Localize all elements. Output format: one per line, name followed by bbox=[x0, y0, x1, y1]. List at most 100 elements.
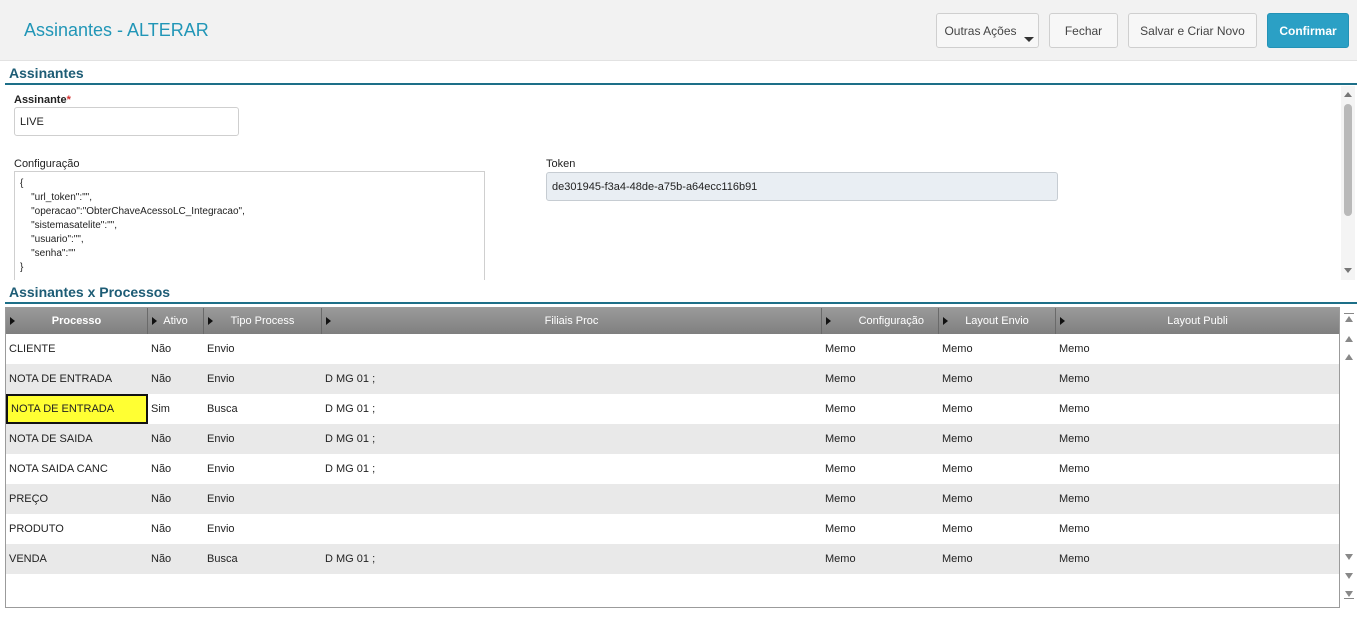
cell-tipo-process[interactable]: Envio bbox=[204, 454, 322, 484]
cell-tipo-process[interactable]: Envio bbox=[204, 364, 322, 394]
column-header-tipo-process[interactable]: Tipo Process bbox=[204, 308, 322, 334]
cell-layout-publi[interactable]: Memo bbox=[1056, 364, 1339, 394]
scrollbar-thumb[interactable] bbox=[1344, 104, 1352, 216]
cell-tipo-process[interactable]: Envio bbox=[204, 424, 322, 454]
table-row[interactable]: NOTA DE ENTRADA Não Envio D MG 01 ; Memo Memo… bbox=[6, 364, 1339, 394]
cell-processo[interactable]: PRODUTO bbox=[6, 514, 148, 544]
cell-filiais-proc[interactable]: D MG 01 ; bbox=[322, 424, 822, 454]
scroll-up-icon[interactable] bbox=[1345, 354, 1353, 360]
cell-layout-envio[interactable]: Memo bbox=[939, 454, 1056, 484]
column-header-layout-envio[interactable]: Layout Envio bbox=[939, 308, 1056, 334]
cell-layout-envio[interactable]: Memo bbox=[939, 544, 1056, 574]
cell-ativo[interactable]: Não bbox=[148, 484, 204, 514]
cell-tipo-process[interactable]: Envio bbox=[204, 484, 322, 514]
cell-ativo[interactable]: Não bbox=[148, 334, 204, 364]
cell-ativo[interactable]: Não bbox=[148, 424, 204, 454]
scroll-top-arrow-icon[interactable] bbox=[1345, 316, 1353, 322]
cell-filiais-proc[interactable]: D MG 01 ; bbox=[322, 544, 822, 574]
form-scrollbar[interactable] bbox=[1341, 86, 1355, 280]
cell-layout-publi[interactable]: Memo bbox=[1056, 394, 1339, 424]
cell-tipo-process[interactable]: Busca bbox=[204, 394, 322, 424]
cell-tipo-process[interactable]: Envio bbox=[204, 514, 322, 544]
cell-processo[interactable]: NOTA DE ENTRADA bbox=[6, 394, 148, 424]
assinante-form: Assinante* LIVE Configuração { "url_toke… bbox=[5, 86, 1357, 280]
table-row[interactable]: PREÇO Não Envio Memo Memo Memo bbox=[6, 484, 1339, 514]
sort-arrow-icon bbox=[326, 317, 331, 325]
scroll-down-icon[interactable] bbox=[1345, 554, 1353, 560]
cell-processo[interactable]: VENDA bbox=[6, 544, 148, 574]
cell-configuracao[interactable]: Memo bbox=[822, 514, 939, 544]
cell-layout-publi[interactable]: Memo bbox=[1056, 424, 1339, 454]
cell-filiais-proc[interactable] bbox=[322, 334, 822, 364]
cell-processo[interactable]: NOTA DE SAIDA bbox=[6, 424, 148, 454]
cell-layout-publi[interactable]: Memo bbox=[1056, 454, 1339, 484]
cell-layout-publi[interactable]: Memo bbox=[1056, 484, 1339, 514]
cell-configuracao[interactable]: Memo bbox=[822, 484, 939, 514]
section-title-assinantes: Assinantes bbox=[9, 65, 84, 81]
scroll-bottom-arrow-icon[interactable] bbox=[1345, 591, 1353, 597]
chevron-down-icon bbox=[1024, 37, 1034, 42]
cell-configuracao[interactable]: Memo bbox=[822, 424, 939, 454]
cell-filiais-proc[interactable] bbox=[322, 484, 822, 514]
scroll-bottom-icon[interactable] bbox=[1344, 598, 1354, 599]
cell-layout-envio[interactable]: Memo bbox=[939, 424, 1056, 454]
grid-scrollbar[interactable] bbox=[1341, 307, 1357, 608]
cell-configuracao[interactable]: Memo bbox=[822, 394, 939, 424]
cell-processo[interactable]: NOTA DE ENTRADA bbox=[6, 364, 148, 394]
token-field: de301945-f3a4-48de-a75b-a64ecc116b91 bbox=[546, 172, 1058, 201]
cell-layout-publi[interactable]: Memo bbox=[1056, 334, 1339, 364]
cell-tipo-process[interactable]: Busca bbox=[204, 544, 322, 574]
column-header-configuracao[interactable]: Configuração bbox=[822, 308, 939, 334]
cell-ativo[interactable]: Não bbox=[148, 544, 204, 574]
cell-ativo[interactable]: Não bbox=[148, 454, 204, 484]
cell-layout-envio[interactable]: Memo bbox=[939, 334, 1056, 364]
cell-ativo[interactable]: Sim bbox=[148, 394, 204, 424]
cell-filiais-proc[interactable]: D MG 01 ; bbox=[322, 394, 822, 424]
cell-processo[interactable]: PREÇO bbox=[6, 484, 148, 514]
assinante-input[interactable]: LIVE bbox=[14, 107, 239, 136]
cell-processo[interactable]: CLIENTE bbox=[6, 334, 148, 364]
cell-layout-envio[interactable]: Memo bbox=[939, 394, 1056, 424]
table-row[interactable]: NOTA DE SAIDA Não Envio D MG 01 ; Memo Memo Me… bbox=[6, 424, 1339, 454]
column-header-filiais-proc[interactable]: Filiais Proc bbox=[322, 308, 822, 334]
table-row[interactable]: VENDA Não Busca D MG 01 ; Memo Memo Memo bbox=[6, 544, 1339, 574]
cell-configuracao[interactable]: Memo bbox=[822, 364, 939, 394]
more-actions-button[interactable]: Outras Ações bbox=[936, 13, 1039, 48]
cell-configuracao[interactable]: Memo bbox=[822, 454, 939, 484]
cell-layout-envio[interactable]: Memo bbox=[939, 364, 1056, 394]
cell-filiais-proc[interactable] bbox=[322, 514, 822, 544]
cell-configuracao[interactable]: Memo bbox=[822, 544, 939, 574]
save-and-new-button[interactable]: Salvar e Criar Novo bbox=[1128, 13, 1257, 48]
page-up-icon[interactable] bbox=[1345, 336, 1353, 342]
table-row[interactable]: PRODUTO Não Envio Memo Memo Memo bbox=[6, 514, 1339, 544]
table-row[interactable]: NOTA DE ENTRADA Sim Busca D MG 01 ; Memo Memo… bbox=[6, 394, 1339, 424]
cell-filiais-proc[interactable]: D MG 01 ; bbox=[322, 364, 822, 394]
page-down-icon[interactable] bbox=[1345, 573, 1353, 579]
scroll-up-icon[interactable] bbox=[1344, 92, 1352, 97]
confirm-button[interactable]: Confirmar bbox=[1267, 13, 1349, 48]
grid-header: Processo Ativo Tipo Process Filiais Proc… bbox=[6, 308, 1339, 334]
column-header-ativo[interactable]: Ativo bbox=[148, 308, 204, 334]
table-row[interactable]: CLIENTE Não Envio Memo Memo Memo bbox=[6, 334, 1339, 364]
cell-layout-publi[interactable]: Memo bbox=[1056, 544, 1339, 574]
cell-tipo-process[interactable]: Envio bbox=[204, 334, 322, 364]
scroll-down-icon[interactable] bbox=[1344, 268, 1352, 273]
column-header-processo[interactable]: Processo bbox=[6, 308, 148, 334]
cell-ativo[interactable]: Não bbox=[148, 364, 204, 394]
cell-layout-envio[interactable]: Memo bbox=[939, 484, 1056, 514]
scroll-top-icon[interactable] bbox=[1344, 313, 1354, 314]
cell-configuracao[interactable]: Memo bbox=[822, 334, 939, 364]
configuracao-textarea[interactable]: { "url_token":"", "operacao":"ObterChave… bbox=[14, 171, 485, 280]
table-row[interactable]: NOTA SAIDA CANC Não Envio D MG 01 ; Memo Memo… bbox=[6, 454, 1339, 484]
cell-processo[interactable]: NOTA SAIDA CANC bbox=[6, 454, 148, 484]
sort-arrow-icon bbox=[1060, 317, 1065, 325]
cell-layout-envio[interactable]: Memo bbox=[939, 514, 1056, 544]
configuracao-label: Configuração bbox=[14, 158, 80, 170]
token-value: de301945-f3a4-48de-a75b-a64ecc116b91 bbox=[552, 180, 758, 193]
close-button[interactable]: Fechar bbox=[1049, 13, 1118, 48]
page-header: Assinantes - ALTERAR Outras Ações Fechar… bbox=[0, 0, 1357, 61]
cell-layout-publi[interactable]: Memo bbox=[1056, 514, 1339, 544]
cell-ativo[interactable]: Não bbox=[148, 514, 204, 544]
cell-filiais-proc[interactable]: D MG 01 ; bbox=[322, 454, 822, 484]
column-header-layout-publi[interactable]: Layout Publi bbox=[1056, 308, 1339, 334]
